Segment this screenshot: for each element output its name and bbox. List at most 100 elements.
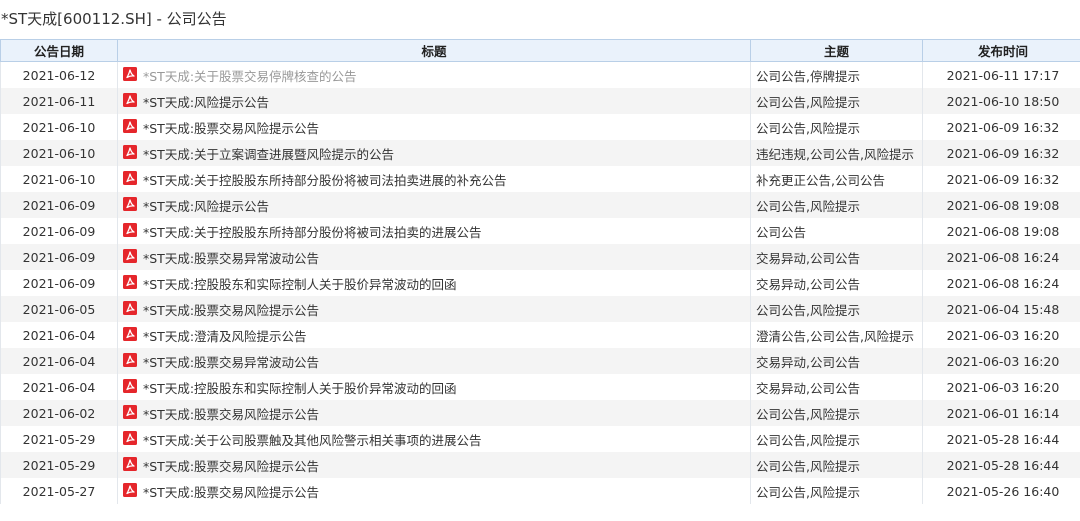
cell-topic: 公司公告,风险提示	[750, 114, 923, 140]
announcement-link[interactable]: *ST天成:股票交易风险提示公告	[143, 303, 319, 318]
cell-date: 2021-05-27	[0, 478, 118, 504]
table-row[interactable]: 2021-06-09 *ST天成:风险提示公告 公司公告,风险提示 2021-06-0…	[0, 192, 1080, 218]
cell-topic: 公司公告,风险提示	[750, 426, 923, 452]
cell-publish-time: 2021-06-08 16:24	[922, 270, 1080, 296]
table-row[interactable]: 2021-06-04 *ST天成:控股股东和实际控制人关于股价异常波动的回函 交易异…	[0, 374, 1080, 400]
cell-publish-time: 2021-06-08 19:08	[922, 192, 1080, 218]
pdf-icon[interactable]	[123, 301, 137, 315]
cell-topic: 公司公告,风险提示	[750, 296, 923, 322]
announcement-link[interactable]: *ST天成:关于立案调查进展暨风险提示的公告	[143, 147, 394, 162]
announcement-link[interactable]: *ST天成:股票交易异常波动公告	[143, 355, 319, 370]
cell-publish-time: 2021-06-03 16:20	[922, 348, 1080, 374]
table-row[interactable]: 2021-06-11 *ST天成:风险提示公告 公司公告,风险提示 2021-06-1…	[0, 88, 1080, 114]
cell-date: 2021-05-29	[0, 452, 118, 478]
announcement-link[interactable]: *ST天成:风险提示公告	[143, 95, 269, 110]
announcement-table: 公告日期 标题 主题 发布时间 2021-06-12 *ST天成:关于股票交易停牌…	[0, 39, 1080, 504]
cell-title: *ST天成:澄清及风险提示公告	[117, 322, 751, 348]
cell-date: 2021-06-05	[0, 296, 118, 322]
cell-date: 2021-06-04	[0, 322, 118, 348]
table-row[interactable]: 2021-06-09 *ST天成:股票交易异常波动公告 交易异动,公司公告 2021-…	[0, 244, 1080, 270]
cell-title: *ST天成:关于立案调查进展暨风险提示的公告	[117, 140, 751, 166]
cell-publish-time: 2021-06-04 15:48	[922, 296, 1080, 322]
table-row[interactable]: 2021-06-02 *ST天成:股票交易风险提示公告 公司公告,风险提示 2021-…	[0, 400, 1080, 426]
pdf-icon[interactable]	[123, 457, 137, 471]
cell-title: *ST天成:股票交易风险提示公告	[117, 452, 751, 478]
table-row[interactable]: 2021-06-09 *ST天成:关于控股股东所持部分股份将被司法拍卖的进展公告 公…	[0, 218, 1080, 244]
announcement-link[interactable]: *ST天成:风险提示公告	[143, 199, 269, 214]
announcement-link[interactable]: *ST天成:关于控股股东所持部分股份将被司法拍卖进展的补充公告	[143, 173, 507, 188]
cell-topic: 公司公告,风险提示	[750, 88, 923, 114]
cell-title: *ST天成:股票交易风险提示公告	[117, 114, 751, 140]
pdf-icon[interactable]	[123, 353, 137, 367]
announcement-link[interactable]: *ST天成:澄清及风险提示公告	[143, 329, 307, 344]
announcement-link[interactable]: *ST天成:关于股票交易停牌核查的公告	[143, 69, 357, 84]
cell-title: *ST天成:关于股票交易停牌核查的公告	[117, 61, 751, 88]
cell-publish-time: 2021-06-09 16:32	[922, 114, 1080, 140]
announcement-link[interactable]: *ST天成:控股股东和实际控制人关于股价异常波动的回函	[143, 277, 457, 292]
table-row[interactable]: 2021-06-10 *ST天成:股票交易风险提示公告 公司公告,风险提示 2021-…	[0, 114, 1080, 140]
cell-date: 2021-06-04	[0, 374, 118, 400]
cell-publish-time: 2021-06-09 16:32	[922, 140, 1080, 166]
announcement-link[interactable]: *ST天成:股票交易风险提示公告	[143, 407, 319, 422]
announcement-link[interactable]: *ST天成:关于控股股东所持部分股份将被司法拍卖的进展公告	[143, 225, 482, 240]
table-row[interactable]: 2021-06-09 *ST天成:控股股东和实际控制人关于股价异常波动的回函 交易异…	[0, 270, 1080, 296]
cell-title: *ST天成:股票交易风险提示公告	[117, 296, 751, 322]
pdf-icon[interactable]	[123, 483, 137, 497]
column-header-title[interactable]: 标题	[117, 39, 751, 62]
announcement-link[interactable]: *ST天成:关于公司股票触及其他风险警示相关事项的进展公告	[143, 433, 482, 448]
cell-title: *ST天成:股票交易风险提示公告	[117, 478, 751, 504]
cell-publish-time: 2021-06-03 16:20	[922, 374, 1080, 400]
cell-title: *ST天成:股票交易风险提示公告	[117, 400, 751, 426]
table-row[interactable]: 2021-06-04 *ST天成:澄清及风险提示公告 澄清公告,公司公告,风险提示 2…	[0, 322, 1080, 348]
table-row[interactable]: 2021-05-29 *ST天成:关于公司股票触及其他风险警示相关事项的进展公告 公…	[0, 426, 1080, 452]
cell-topic: 交易异动,公司公告	[750, 244, 923, 270]
cell-topic: 交易异动,公司公告	[750, 270, 923, 296]
cell-topic: 公司公告,风险提示	[750, 452, 923, 478]
announcement-link[interactable]: *ST天成:控股股东和实际控制人关于股价异常波动的回函	[143, 381, 457, 396]
pdf-icon[interactable]	[123, 223, 137, 237]
cell-date: 2021-05-29	[0, 426, 118, 452]
cell-title: *ST天成:股票交易异常波动公告	[117, 348, 751, 374]
page-title: *ST天成[600112.SH] - 公司公告	[1, 10, 227, 28]
pdf-icon[interactable]	[123, 249, 137, 263]
pdf-icon[interactable]	[123, 405, 137, 419]
table-row[interactable]: 2021-06-12 *ST天成:关于股票交易停牌核查的公告 公司公告,停牌提示 20…	[0, 61, 1080, 88]
announcement-link[interactable]: *ST天成:股票交易风险提示公告	[143, 485, 319, 500]
pdf-icon[interactable]	[123, 197, 137, 211]
cell-topic: 交易异动,公司公告	[750, 348, 923, 374]
pdf-icon[interactable]	[123, 119, 137, 133]
pdf-icon[interactable]	[123, 145, 137, 159]
table-header-row: 公告日期 标题 主题 发布时间	[0, 39, 1080, 62]
pdf-icon[interactable]	[123, 275, 137, 289]
pdf-icon[interactable]	[123, 67, 137, 81]
cell-title: *ST天成:风险提示公告	[117, 192, 751, 218]
column-header-date[interactable]: 公告日期	[0, 39, 118, 62]
table-row[interactable]: 2021-06-10 *ST天成:关于立案调查进展暨风险提示的公告 违纪违规,公司公…	[0, 140, 1080, 166]
cell-topic: 公司公告,风险提示	[750, 478, 923, 504]
cell-topic: 交易异动,公司公告	[750, 374, 923, 400]
cell-topic: 违纪违规,公司公告,风险提示	[750, 140, 923, 166]
cell-title: *ST天成:关于控股股东所持部分股份将被司法拍卖进展的补充公告	[117, 166, 751, 192]
cell-publish-time: 2021-06-01 16:14	[922, 400, 1080, 426]
cell-publish-time: 2021-05-28 16:44	[922, 426, 1080, 452]
cell-publish-time: 2021-06-03 16:20	[922, 322, 1080, 348]
pdf-icon[interactable]	[123, 327, 137, 341]
announcement-link[interactable]: *ST天成:股票交易风险提示公告	[143, 121, 319, 136]
announcement-link[interactable]: *ST天成:股票交易风险提示公告	[143, 459, 319, 474]
column-header-time[interactable]: 发布时间	[922, 39, 1080, 62]
table-row[interactable]: 2021-06-10 *ST天成:关于控股股东所持部分股份将被司法拍卖进展的补充公…	[0, 166, 1080, 192]
table-row[interactable]: 2021-06-05 *ST天成:股票交易风险提示公告 公司公告,风险提示 2021-…	[0, 296, 1080, 322]
cell-topic: 补充更正公告,公司公告	[750, 166, 923, 192]
cell-date: 2021-06-10	[0, 166, 118, 192]
pdf-icon[interactable]	[123, 171, 137, 185]
table-row[interactable]: 2021-06-04 *ST天成:股票交易异常波动公告 交易异动,公司公告 2021-…	[0, 348, 1080, 374]
pdf-icon[interactable]	[123, 431, 137, 445]
column-header-topic[interactable]: 主题	[750, 39, 923, 62]
announcement-table-container[interactable]: 公告日期 标题 主题 发布时间 2021-06-12 *ST天成:关于股票交易停牌…	[0, 39, 1080, 521]
announcement-link[interactable]: *ST天成:股票交易异常波动公告	[143, 251, 319, 266]
cell-publish-time: 2021-05-28 16:44	[922, 452, 1080, 478]
pdf-icon[interactable]	[123, 93, 137, 107]
pdf-icon[interactable]	[123, 379, 137, 393]
table-row[interactable]: 2021-05-27 *ST天成:股票交易风险提示公告 公司公告,风险提示 2021-…	[0, 478, 1080, 504]
table-row[interactable]: 2021-05-29 *ST天成:股票交易风险提示公告 公司公告,风险提示 2021-…	[0, 452, 1080, 478]
